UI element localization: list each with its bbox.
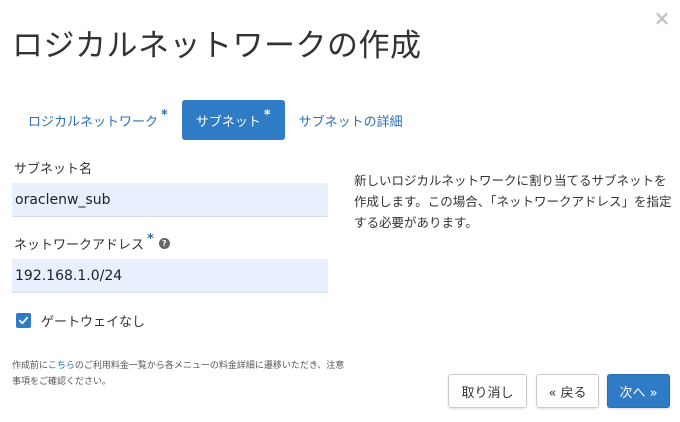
footnote-prefix: 作成前に [12,361,48,371]
no-gateway-label: ゲートウェイなし [41,315,146,330]
tab-label: ロジカルネットワーク [28,114,159,130]
tab-subnet-details[interactable]: サブネットの詳細 [285,100,417,140]
help-icon[interactable]: ? [158,238,170,249]
required-asterisk: * [161,107,168,123]
network-address-input[interactable] [12,259,328,293]
network-address-label-text: ネットワークアドレス [14,238,145,253]
no-gateway-row: ゲートウェイなし [16,311,145,330]
pricing-footnote: 作成前にこちらのご利用料金一覧から各メニューの料金詳細に遷移いただき、注意事項を… [12,358,352,390]
network-address-label: ネットワークアドレス * ? [14,232,170,253]
subnet-name-input[interactable] [12,183,328,217]
modal-title: ロジカルネットワークの作成 [12,28,422,64]
required-asterisk: * [263,107,271,123]
tab-subnet[interactable]: サブネット * [181,100,285,140]
subnet-description: 新しいロジカルネットワークに割り当てるサブネットを作成します。この場合、「ネット… [354,173,672,230]
subnet-name-label: サブネット名 [14,158,92,177]
next-button[interactable]: 次へ » [607,374,670,408]
pricing-link[interactable]: こちら [48,361,75,371]
cancel-button[interactable]: 取り消し [448,374,527,408]
required-asterisk: * [147,232,154,247]
back-button[interactable]: « 戻る [536,374,599,408]
checkmark-icon [18,316,29,325]
tab-label: サブネット [195,114,261,130]
close-icon[interactable]: × [652,8,672,28]
subnet-name-label-text: サブネット名 [14,162,93,177]
tab-label: サブネットの詳細 [298,114,403,130]
tab-logical-network[interactable]: ロジカルネットワーク * [14,100,182,140]
wizard-tabs: ロジカルネットワーク * サブネット * サブネットの詳細 [14,100,417,140]
no-gateway-checkbox[interactable] [16,313,31,328]
